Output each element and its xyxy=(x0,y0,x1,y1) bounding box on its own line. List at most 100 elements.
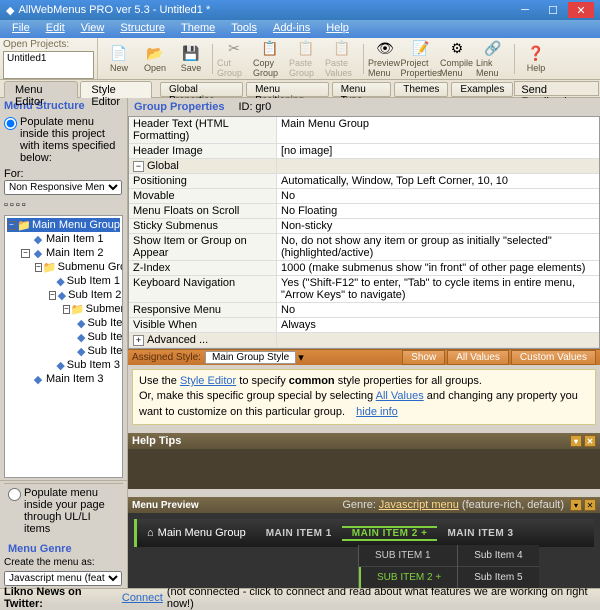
tree-item[interactable]: −◆Sub Item 2 xyxy=(49,288,120,302)
collapse-icon[interactable]: − xyxy=(21,249,30,258)
tab-menu-editor[interactable]: Menu Editor xyxy=(4,81,78,98)
tree-toolbar-icon[interactable]: ▫ xyxy=(10,199,14,211)
all-values-button[interactable]: All Values xyxy=(447,350,509,365)
tab-examples[interactable]: Examples xyxy=(451,82,513,97)
menu-addins[interactable]: Add-ins xyxy=(265,20,318,38)
tree-item[interactable]: ◆Sub Item 1 xyxy=(49,274,120,288)
tree-item[interactable]: ◆Sub Item 6 xyxy=(77,344,120,358)
property-row[interactable]: Sticky SubmenusNon-sticky xyxy=(129,219,599,234)
property-row[interactable]: Responsive MenuNo xyxy=(129,303,599,318)
tree-submenu[interactable]: −📁Submenu Group xyxy=(35,260,120,274)
toolbar: 📄New📂Open💾Save✂Cut Group📋Copy Group📋Past… xyxy=(98,38,557,79)
genre-select[interactable]: Javascript menu (feature-rich) xyxy=(4,571,122,586)
link-button[interactable]: 🔗Link Menu xyxy=(476,41,510,77)
open-icon: 📂 xyxy=(146,44,164,62)
menu-theme[interactable]: Theme xyxy=(173,20,223,38)
preview-subitem[interactable]: SUB ITEM 1 xyxy=(359,545,457,567)
tab-global-properties[interactable]: Global Properties xyxy=(160,82,243,97)
style-editor-link[interactable]: Style Editor xyxy=(180,375,236,387)
minimize-button[interactable]: ─ xyxy=(512,2,538,18)
twitter-connect-link[interactable]: Connect xyxy=(122,592,163,604)
tree-item[interactable]: ◆Main Item 1 xyxy=(21,232,120,246)
tree-item[interactable]: −◆Main Item 2 xyxy=(21,246,120,260)
tab-menu-type[interactable]: Menu Type xyxy=(332,82,392,97)
populate-option-1[interactable]: Populate menu inside this project with i… xyxy=(0,114,127,166)
property-row[interactable]: Keyboard NavigationYes ("Shift-F12" to e… xyxy=(129,276,599,303)
menu-structure[interactable]: Structure xyxy=(112,20,173,38)
tree-item[interactable]: ◆Main Item 3 xyxy=(21,372,120,386)
assigned-style-value[interactable]: Main Group Style xyxy=(205,351,296,364)
property-row[interactable]: PositioningAutomatically, Window, Top Le… xyxy=(129,174,599,189)
preview-item[interactable]: MAIN ITEM 3 xyxy=(437,528,523,539)
tree-root[interactable]: −📁Main Menu Group xyxy=(7,218,120,232)
property-grid[interactable]: Header Text (HTML Formatting)Main Menu G… xyxy=(128,116,600,349)
paste-values-icon: 📋 xyxy=(333,40,351,57)
save-button[interactable]: 💾Save xyxy=(174,41,208,77)
maximize-button[interactable]: ☐ xyxy=(540,2,566,18)
preview-subitem[interactable]: SUB ITEM 2 + xyxy=(359,567,457,588)
show-button[interactable]: Show xyxy=(402,350,445,365)
compile-icon: ⚙ xyxy=(448,40,466,57)
close-button[interactable]: ✕ xyxy=(568,2,594,18)
populate-radio-2[interactable] xyxy=(8,488,21,501)
custom-values-button[interactable]: Custom Values xyxy=(511,350,596,365)
tree-item[interactable]: ◆Sub Item 5 xyxy=(77,330,120,344)
property-row[interactable]: MovableNo xyxy=(129,189,599,204)
collapse-icon[interactable]: − xyxy=(63,305,70,314)
menu-tools[interactable]: Tools xyxy=(223,20,265,38)
menu-state-select[interactable]: Non Responsive Menu State (C xyxy=(4,180,122,195)
property-row[interactable]: Header Image[no image] xyxy=(129,144,599,159)
populate-radio-1[interactable] xyxy=(4,117,17,130)
panel-down-icon[interactable]: ▾ xyxy=(570,499,582,511)
tree-toolbar-icon[interactable]: ▫ xyxy=(4,199,8,211)
preview-item[interactable]: MAIN ITEM 2 + xyxy=(342,526,438,541)
preview-home[interactable]: ⌂Main Menu Group xyxy=(137,527,256,539)
compile-button[interactable]: ⚙Compile Menu xyxy=(440,41,474,77)
tab-style-editor[interactable]: Style Editor xyxy=(80,81,152,98)
populate-option-2[interactable]: Populate menu inside your page through U… xyxy=(4,483,123,537)
hide-info-link[interactable]: hide info xyxy=(356,406,398,418)
menu-edit[interactable]: Edit xyxy=(38,20,73,38)
copy-button[interactable]: 📋Copy Group xyxy=(253,41,287,77)
all-values-link[interactable]: All Values xyxy=(376,390,424,402)
send-feedback-button[interactable]: Send Feedback xyxy=(514,81,599,96)
tree-item[interactable]: ◆Sub Item 4 xyxy=(77,316,120,330)
style-dropdown-icon[interactable]: ▾ xyxy=(298,351,304,364)
tree-item[interactable]: ◆Sub Item 3 xyxy=(49,358,120,372)
property-row[interactable]: +Advanced ... xyxy=(129,333,599,348)
panel-close-icon[interactable]: ✕ xyxy=(584,499,596,511)
expand-icon[interactable]: − xyxy=(133,161,144,172)
preview-item[interactable]: MAIN ITEM 1 xyxy=(256,528,342,539)
tree-toolbar-icon[interactable]: ▫ xyxy=(16,199,20,211)
collapse-icon[interactable]: − xyxy=(35,263,42,272)
preview-subitem[interactable]: Sub Item 5 xyxy=(458,567,538,588)
expand-icon[interactable]: + xyxy=(133,335,144,346)
collapse-icon[interactable]: − xyxy=(49,291,56,300)
folder-icon: 📁 xyxy=(44,262,56,272)
project-props-button[interactable]: 📝Project Properties xyxy=(404,41,438,77)
property-row[interactable]: Visible WhenAlways xyxy=(129,318,599,333)
tab-themes[interactable]: Themes xyxy=(394,82,448,97)
menu-view[interactable]: View xyxy=(73,20,113,38)
property-row[interactable]: Show Item or Group on AppearNo, do not s… xyxy=(129,234,599,261)
tab-menu-positioning[interactable]: Menu Positioning xyxy=(246,82,329,97)
property-row[interactable]: Menu Floats on ScrollNo Floating xyxy=(129,204,599,219)
preview-subitem[interactable]: Sub Item 4 xyxy=(458,545,538,567)
genre-link[interactable]: Javascript menu xyxy=(379,499,459,511)
menu-tree[interactable]: −📁Main Menu Group ◆Main Item 1 −◆Main It… xyxy=(4,215,123,478)
open-button[interactable]: 📂Open xyxy=(138,41,172,77)
panel-close-icon[interactable]: ✕ xyxy=(584,435,596,447)
tree-submenu[interactable]: −📁Submenu Group xyxy=(63,302,120,316)
property-row[interactable]: Z-Index1000 (make submenus show "in fron… xyxy=(129,261,599,276)
preview-button[interactable]: 👁Preview Menu xyxy=(368,41,402,77)
collapse-icon[interactable]: − xyxy=(7,221,16,230)
tree-toolbar-icon[interactable]: ▫ xyxy=(22,199,26,211)
menu-help[interactable]: Help xyxy=(318,20,357,38)
new-button[interactable]: 📄New xyxy=(102,41,136,77)
property-row[interactable]: −Global xyxy=(129,159,599,174)
help-button[interactable]: ❓Help xyxy=(519,41,553,77)
open-projects-list[interactable]: Untitled1 xyxy=(3,51,94,79)
panel-down-icon[interactable]: ▾ xyxy=(570,435,582,447)
menu-file[interactable]: File xyxy=(4,20,38,38)
property-row[interactable]: Header Text (HTML Formatting)Main Menu G… xyxy=(129,117,599,144)
